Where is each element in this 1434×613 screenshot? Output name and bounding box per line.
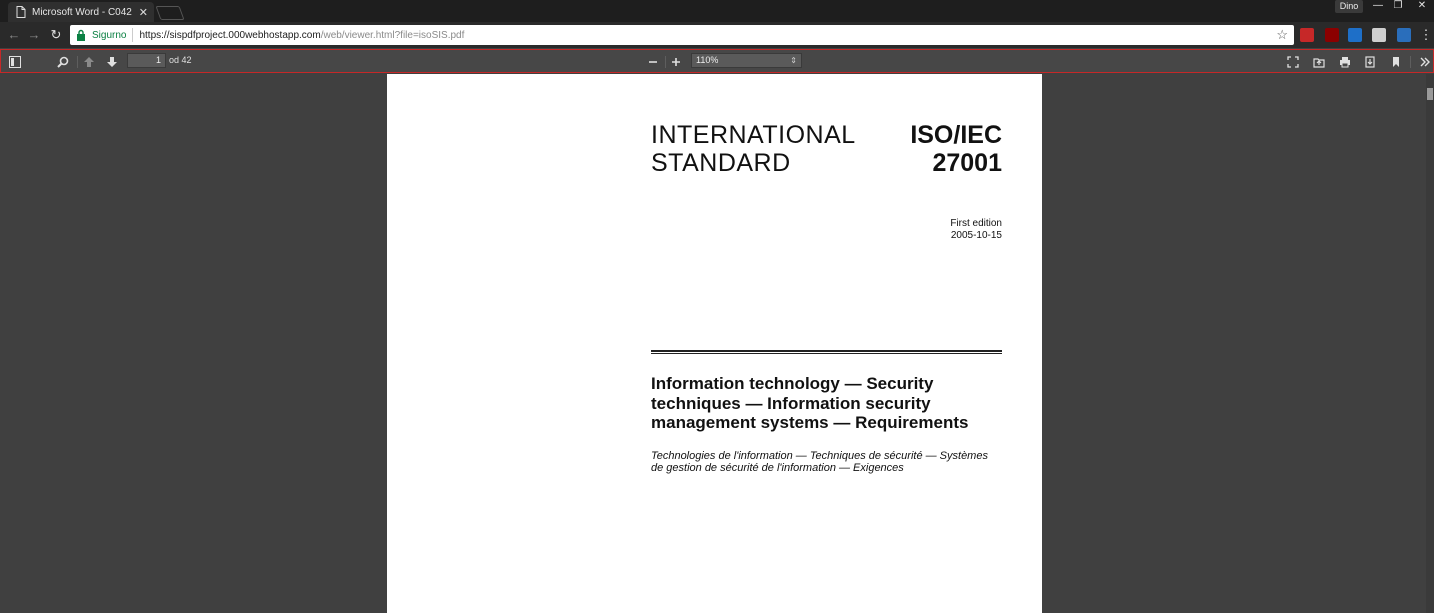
minimize-icon[interactable]: — xyxy=(1368,0,1388,14)
pdf-page: INTERNATIONAL STANDARD ISO/IEC 27001 Fir… xyxy=(387,74,1042,613)
scrollbar[interactable] xyxy=(1426,74,1434,613)
reload-icon[interactable]: ↻ xyxy=(48,27,64,43)
security-label: Sigurno xyxy=(92,29,127,41)
navigation-bar: ← → ↻ Sigurno https://sispdfproject.000w… xyxy=(0,22,1434,48)
divider xyxy=(651,350,1002,352)
url-host: https://sispdfproject.000webhostapp.com xyxy=(139,29,321,41)
divider xyxy=(651,353,1002,354)
pdf-toolbar: 1 od 42 110% ⇕ xyxy=(0,49,1434,73)
close-window-icon[interactable]: ✕ xyxy=(1412,0,1432,14)
tab-strip: Microsoft Word - C04210 ✕ Dino — ❐ ✕ xyxy=(0,0,1434,22)
bookmark-star-icon[interactable]: ☆ xyxy=(1276,27,1288,43)
close-tab-icon[interactable]: ✕ xyxy=(139,6,148,19)
tools-chevron-icon[interactable] xyxy=(1417,54,1433,70)
document-title-english: Information technology — Security techni… xyxy=(651,374,969,432)
heading-line2: STANDARD xyxy=(651,149,791,177)
tab-active[interactable]: Microsoft Word - C04210 ✕ xyxy=(8,2,154,22)
menu-icon[interactable]: ⋮ xyxy=(1418,27,1434,43)
url-path: /web/viewer.html?file=isoSIS.pdf xyxy=(320,29,465,41)
presentation-mode-icon[interactable] xyxy=(1285,54,1301,70)
skype-extension-icon[interactable] xyxy=(1348,28,1362,42)
zoom-select[interactable]: 110% ⇕ xyxy=(691,53,802,68)
chevron-updown-icon: ⇕ xyxy=(790,56,797,65)
back-arrow-icon[interactable]: ← xyxy=(6,27,22,43)
print-icon[interactable] xyxy=(1337,54,1353,70)
pdf-extension-icon[interactable] xyxy=(1300,28,1314,42)
forward-arrow-icon[interactable]: → xyxy=(26,27,42,43)
lock-icon xyxy=(77,29,85,41)
profile-button[interactable]: Dino xyxy=(1335,0,1363,13)
open-file-icon[interactable] xyxy=(1311,54,1327,70)
address-bar[interactable]: Sigurno https://sispdfproject.000webhost… xyxy=(70,25,1294,45)
pdf-viewer[interactable]: INTERNATIONAL STANDARD ISO/IEC 27001 Fir… xyxy=(0,74,1434,613)
browser-window: Microsoft Word - C04210 ✕ Dino — ❐ ✕ ← →… xyxy=(0,0,1434,613)
scrollbar-thumb[interactable] xyxy=(1427,88,1433,100)
page-number-input[interactable]: 1 xyxy=(127,53,166,68)
standard-code-line1: ISO/IEC xyxy=(910,121,1002,149)
divider xyxy=(1410,56,1411,68)
ublock-extension-icon[interactable] xyxy=(1325,28,1339,42)
standard-code-line2: 27001 xyxy=(932,149,1002,177)
zoom-out-icon[interactable] xyxy=(645,54,661,70)
page-count: od 42 xyxy=(169,55,192,65)
document-title-french: Technologies de l'information — Techniqu… xyxy=(651,450,988,474)
edition-date: 2005-10-15 xyxy=(950,230,1002,241)
tab-title: Microsoft Word - C04210 xyxy=(32,6,132,18)
bookmark-icon[interactable] xyxy=(1388,54,1404,70)
divider xyxy=(665,56,666,68)
edition-label: First edition xyxy=(950,218,1002,229)
previous-page-icon[interactable] xyxy=(81,54,97,70)
search-icon[interactable] xyxy=(55,54,71,70)
download-icon[interactable] xyxy=(1362,54,1378,70)
divider xyxy=(77,56,78,68)
heading-line1: INTERNATIONAL xyxy=(651,121,856,149)
next-page-icon[interactable] xyxy=(104,54,120,70)
document-icon xyxy=(14,5,28,19)
sidebar-toggle-icon[interactable] xyxy=(7,54,23,70)
vpn-extension-icon[interactable] xyxy=(1397,28,1411,42)
new-tab-button[interactable] xyxy=(155,6,185,20)
zoom-value: 110% xyxy=(696,55,719,65)
divider xyxy=(132,28,134,42)
cube-extension-icon[interactable] xyxy=(1372,28,1386,42)
zoom-in-icon[interactable] xyxy=(668,54,684,70)
restore-icon[interactable]: ❐ xyxy=(1388,0,1408,14)
